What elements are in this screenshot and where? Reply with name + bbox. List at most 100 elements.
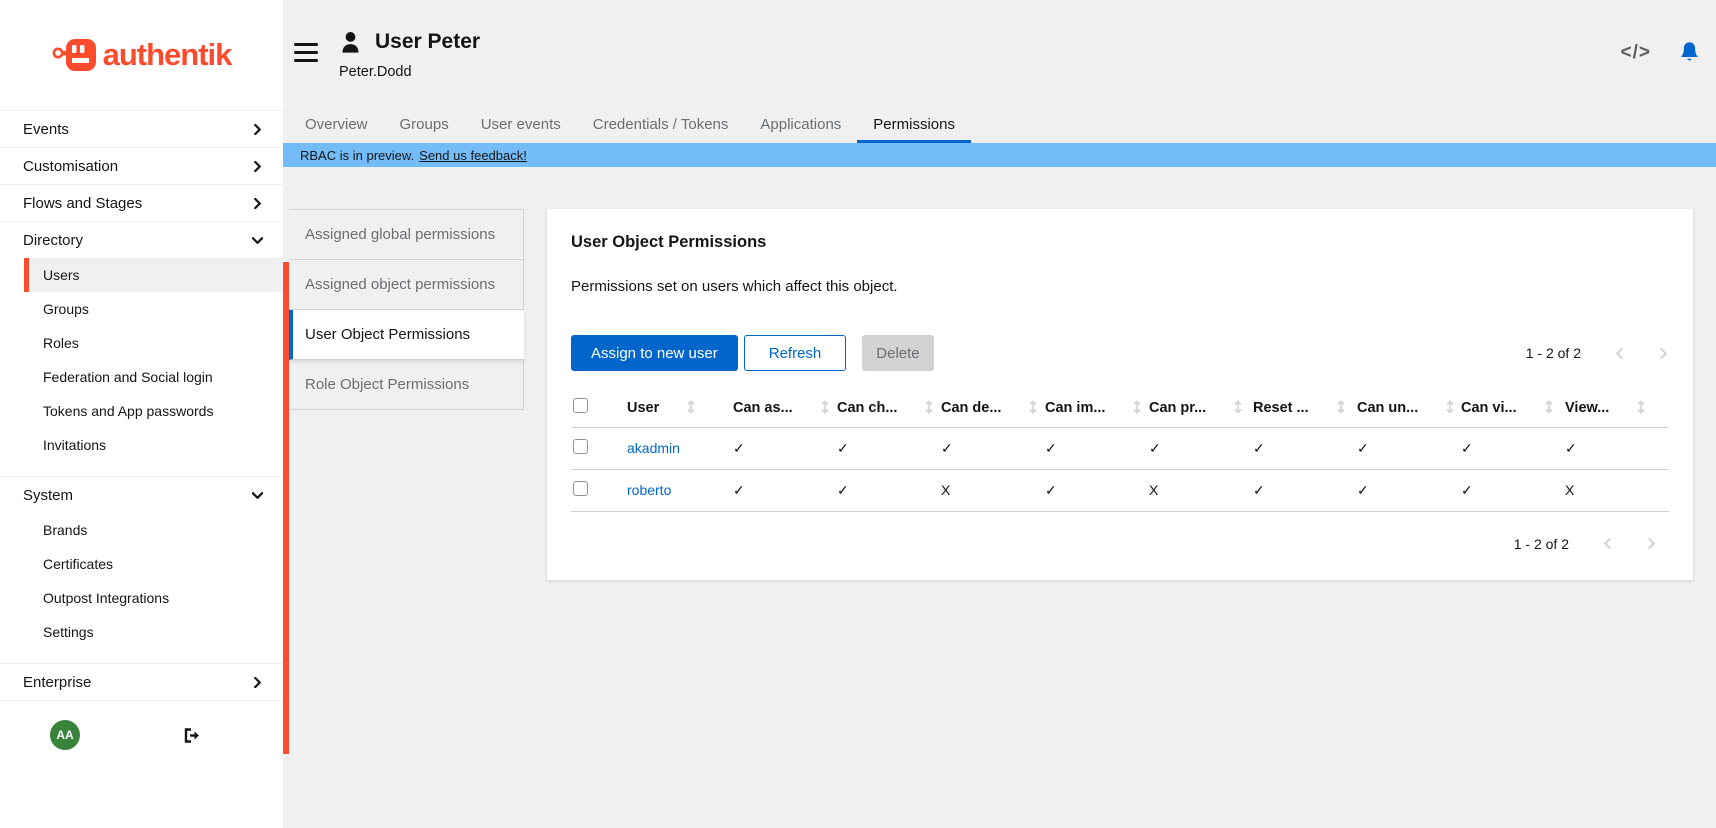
pagination-prev-icon[interactable] (1602, 538, 1613, 549)
tab-assigned-global-permissions[interactable]: Assigned global permissions (289, 210, 524, 260)
sort-icon[interactable] (1028, 400, 1038, 414)
perm-cell: ✓ (941, 427, 1045, 469)
sidebar-item-outpost-integrations[interactable]: Outpost Integrations (0, 581, 283, 615)
rbac-preview-banner: RBAC is in preview. Send us feedback! (283, 143, 1716, 167)
sidebar-item-tokens[interactable]: Tokens and App passwords (0, 394, 283, 428)
sort-icon[interactable] (686, 400, 696, 414)
column-header: Can vi... (1461, 400, 1517, 416)
perm-cell: ✓ (1045, 427, 1149, 469)
perm-cell: ✓ (1253, 427, 1357, 469)
sidebar-item-label: Customisation (23, 158, 118, 175)
pagination-next-icon[interactable] (1658, 348, 1669, 359)
sidebar-item-label: Settings (43, 624, 94, 640)
sort-icon[interactable] (1233, 400, 1243, 414)
sidebar-item-label: Roles (43, 335, 79, 351)
table-header-row: User Can as... Can ch... Can de... Can i… (571, 389, 1669, 427)
card-title: User Object Permissions (571, 233, 1669, 252)
table-row: roberto ✓ ✓ X ✓ X ✓ ✓ ✓ X (571, 469, 1669, 511)
perm-cell: ✓ (1357, 427, 1461, 469)
sidebar-item-events[interactable]: Events (0, 111, 283, 147)
tab-assigned-object-permissions[interactable]: Assigned object permissions (289, 260, 524, 310)
permission-side-tabs: Assigned global permissions Assigned obj… (289, 209, 524, 410)
api-browser-icon[interactable]: </> (1621, 42, 1651, 64)
sort-icon[interactable] (1445, 400, 1455, 414)
assign-to-new-user-button[interactable]: Assign to new user (571, 335, 738, 371)
user-link[interactable]: akadmin (627, 440, 680, 456)
tab-groups[interactable]: Groups (384, 105, 465, 143)
sidebar-item-flows-and-stages[interactable]: Flows and Stages (0, 185, 283, 221)
perm-cell: ✓ (1461, 469, 1565, 511)
pagination-label: 1 - 2 of 2 (1514, 536, 1569, 552)
sort-icon[interactable] (924, 400, 934, 414)
sidebar-item-system[interactable]: System (0, 477, 283, 513)
sidebar-item-label: Invitations (43, 437, 106, 453)
sign-out-icon[interactable] (183, 727, 201, 744)
sort-icon[interactable] (1336, 400, 1346, 414)
sidebar-item-groups[interactable]: Groups (0, 292, 283, 326)
sidebar-item-users[interactable]: Users (24, 258, 283, 292)
perm-cell: ✓ (1149, 427, 1253, 469)
sort-icon[interactable] (1544, 400, 1554, 414)
perm-cell: ✓ (1565, 427, 1669, 469)
sidebar-item-brands[interactable]: Brands (0, 513, 283, 547)
sidebar-footer: AA (0, 705, 283, 765)
sidebar-item-directory[interactable]: Directory (0, 222, 283, 258)
pagination-next-icon[interactable] (1646, 538, 1657, 549)
tab-applications[interactable]: Applications (744, 105, 857, 143)
user-link[interactable]: roberto (627, 482, 671, 498)
authentik-logo-text: authentik (103, 37, 232, 73)
tab-overview[interactable]: Overview (289, 105, 384, 143)
sidebar-item-label: Certificates (43, 556, 113, 572)
sidebar: authentik Events Customisation Flows and… (0, 0, 283, 828)
sidebar-item-label: Brands (43, 522, 87, 538)
sidebar-item-federation[interactable]: Federation and Social login (0, 360, 283, 394)
feedback-link[interactable]: Send us feedback! (419, 148, 527, 163)
pagination-prev-icon[interactable] (1614, 348, 1625, 359)
sidebar-item-invitations[interactable]: Invitations (0, 428, 283, 462)
column-header: Can pr... (1149, 400, 1206, 416)
perm-cell: X (941, 469, 1045, 511)
scrollbar-thumb[interactable] (283, 262, 289, 754)
perm-cell: ✓ (837, 469, 941, 511)
hamburger-menu-icon[interactable] (294, 43, 318, 62)
banner-text: RBAC is in preview. (300, 148, 414, 163)
notifications-bell-icon[interactable] (1679, 41, 1700, 64)
tab-permissions[interactable]: Permissions (857, 105, 971, 143)
tab-credentials-tokens[interactable]: Credentials / Tokens (577, 105, 745, 143)
page-subtitle: Peter.Dodd (339, 64, 480, 80)
perm-cell: X (1149, 469, 1253, 511)
sort-icon[interactable] (1636, 400, 1646, 414)
sidebar-nav: Events Customisation Flows and Stages Di… (0, 110, 283, 701)
refresh-button[interactable]: Refresh (744, 335, 847, 371)
sidebar-item-settings[interactable]: Settings (0, 615, 283, 649)
select-all-checkbox[interactable] (573, 398, 588, 413)
chevron-right-icon (252, 198, 263, 209)
column-header: User (627, 400, 659, 416)
row-checkbox[interactable] (573, 439, 588, 454)
column-header: Can im... (1045, 400, 1105, 416)
sidebar-item-roles[interactable]: Roles (0, 326, 283, 360)
sidebar-item-certificates[interactable]: Certificates (0, 547, 283, 581)
sort-icon[interactable] (820, 400, 830, 414)
perm-cell: X (1565, 469, 1669, 511)
sidebar-item-enterprise[interactable]: Enterprise (0, 664, 283, 700)
masthead: User Peter Peter.Dodd </> (283, 0, 1716, 105)
pagination-top: 1 - 2 of 2 (1526, 345, 1669, 361)
perm-cell: ✓ (1357, 469, 1461, 511)
toolbar: Assign to new user Refresh Delete 1 - 2 … (571, 335, 1669, 371)
sidebar-item-label: Flows and Stages (23, 195, 142, 212)
tab-user-object-permissions[interactable]: User Object Permissions (289, 310, 524, 360)
avatar[interactable]: AA (50, 720, 80, 750)
sidebar-item-label: Federation and Social login (43, 369, 213, 385)
user-object-permissions-card: User Object Permissions Permissions set … (547, 209, 1693, 580)
card-description: Permissions set on users which affect th… (571, 278, 1669, 295)
tab-role-object-permissions[interactable]: Role Object Permissions (289, 360, 524, 410)
perm-cell: ✓ (1045, 469, 1149, 511)
tab-user-events[interactable]: User events (465, 105, 577, 143)
row-checkbox[interactable] (573, 481, 588, 496)
permissions-table: User Can as... Can ch... Can de... Can i… (571, 389, 1669, 512)
sidebar-item-customisation[interactable]: Customisation (0, 148, 283, 184)
sidebar-item-label: Events (23, 121, 69, 138)
sidebar-item-label: Enterprise (23, 674, 91, 691)
sort-icon[interactable] (1132, 400, 1142, 414)
